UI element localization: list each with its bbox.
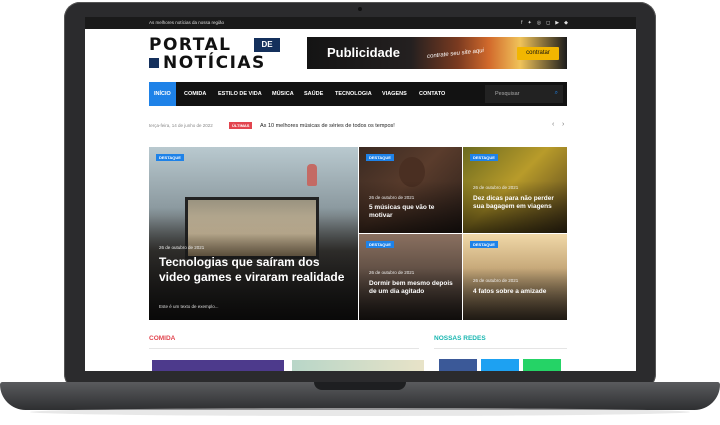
screen: As melhores notícias da nossa região f ✦… <box>85 17 636 371</box>
nav-item-contato[interactable]: CONTATO <box>419 82 445 106</box>
article-thumbnail[interactable] <box>152 360 284 371</box>
card-title[interactable]: 5 músicas que vão te motivar <box>369 204 454 220</box>
social-links: f ✦ ◎ ◻ ▶ ◆ <box>521 20 568 26</box>
featured-card[interactable]: DESTAQUE 26 de outubro de 2021 Dormir be… <box>359 234 462 320</box>
featured-card[interactable]: DESTAQUE 26 de outubro de 2021 4 fatos s… <box>463 234 567 320</box>
laptop-notch <box>314 382 406 390</box>
card-date: 26 de outubro de 2021 <box>369 195 415 200</box>
nav-item-musica[interactable]: MÚSICA <box>272 82 294 106</box>
nav-item-comida[interactable]: COMIDA <box>184 82 206 106</box>
ad-banner[interactable]: Publicidade contrate seu site aqui contr… <box>307 37 567 69</box>
featured-card[interactable]: DESTAQUE 26 de outubro de 2021 5 músicas… <box>359 147 462 233</box>
featured-grid: DESTAQUE 26 de outubro de 2021 Tecnologi… <box>149 147 567 320</box>
figure-image <box>307 164 317 186</box>
featured-badge: DESTAQUE <box>366 154 394 161</box>
youtube-icon[interactable]: ▶ <box>555 20 559 26</box>
featured-badge: DESTAQUE <box>366 241 394 248</box>
current-date: terça-feira, 14 de junho de 2022 <box>149 123 213 128</box>
twitter-tile[interactable] <box>481 359 519 371</box>
instagram-icon[interactable]: ◻ <box>546 20 550 26</box>
twitter-icon[interactable]: ✦ <box>528 20 532 26</box>
nav-item-viagens[interactable]: VIAGENS <box>382 82 407 106</box>
featured-badge: DESTAQUE <box>156 154 184 161</box>
ad-subtitle: contrate seu site aqui <box>426 48 485 60</box>
camera <box>358 7 362 11</box>
search-icon[interactable]: ⌕ <box>555 90 558 97</box>
logo-line-1: PORTAL <box>149 35 232 55</box>
nav-item-inicio[interactable]: INÍCIO <box>149 82 176 106</box>
divider <box>149 348 419 349</box>
search-input[interactable]: Pesquisar <box>495 91 519 97</box>
site-logo[interactable]: PORTAL DE NOTÍCIAS <box>149 36 281 72</box>
whatsapp-tile[interactable] <box>523 359 561 371</box>
nav-item-saude[interactable]: SAÚDE <box>304 82 323 106</box>
divider <box>434 348 567 349</box>
facebook-icon[interactable]: f <box>521 20 522 26</box>
card-title[interactable]: Tecnologias que saíram dos video games e… <box>159 255 350 285</box>
nav-item-estilo-de-vida[interactable]: ESTILO DE VIDA <box>218 82 262 106</box>
news-ticker: terça-feira, 14 de junho de 2022 ÚLTIMAS… <box>149 121 567 133</box>
facebook-tile[interactable] <box>439 359 477 371</box>
featured-badge: DESTAQUE <box>470 154 498 161</box>
article-thumbnail[interactable] <box>292 360 424 371</box>
laptop-shadow <box>30 408 690 416</box>
section-title-redes: NOSSAS REDES <box>434 335 486 342</box>
latest-badge: ÚLTIMAS <box>229 122 253 129</box>
ad-button[interactable]: contratar <box>517 47 559 60</box>
tagline: As melhores notícias da nossa região <box>149 20 225 25</box>
card-title[interactable]: Dormir bem mesmo depois de um dia agitad… <box>369 280 454 296</box>
card-date: 26 de outubro de 2021 <box>473 278 519 283</box>
search-box[interactable]: Pesquisar ⌕ <box>485 85 563 103</box>
nav-item-tecnologia[interactable]: TECNOLOGIA <box>335 82 372 106</box>
section-title-comida[interactable]: COMIDA <box>149 335 175 342</box>
card-excerpt: Este é um texto de exemplo... <box>159 304 219 309</box>
snapchat-icon[interactable]: ◆ <box>564 20 568 26</box>
featured-badge: DESTAQUE <box>470 241 498 248</box>
chevron-right-icon[interactable]: › <box>562 121 564 128</box>
card-date: 26 de outubro de 2021 <box>473 185 519 190</box>
top-bar: As melhores notícias da nossa região f ✦… <box>85 17 636 29</box>
chevron-left-icon[interactable]: ‹ <box>552 121 554 128</box>
card-date: 26 de outubro de 2021 <box>369 270 415 275</box>
card-date: 26 de outubro de 2021 <box>159 245 205 250</box>
logo-square <box>149 58 159 68</box>
ticker-headline[interactable]: As 10 melhores músicas de séries de todo… <box>260 123 395 129</box>
card-title[interactable]: 4 fatos sobre a amizade <box>473 288 559 296</box>
whatsapp-icon[interactable]: ◎ <box>537 20 541 26</box>
featured-card-main[interactable]: DESTAQUE 26 de outubro de 2021 Tecnologi… <box>149 147 358 320</box>
logo-box: DE <box>254 38 280 52</box>
featured-card[interactable]: DESTAQUE 26 de outubro de 2021 Dez dicas… <box>463 147 567 233</box>
logo-line-2: NOTÍCIAS <box>163 53 266 73</box>
ad-title: Publicidade <box>327 45 400 60</box>
card-title[interactable]: Dez dicas para não perder sua bagagem em… <box>473 195 559 211</box>
main-nav: INÍCIO COMIDA ESTILO DE VIDA MÚSICA SAÚD… <box>149 82 567 106</box>
